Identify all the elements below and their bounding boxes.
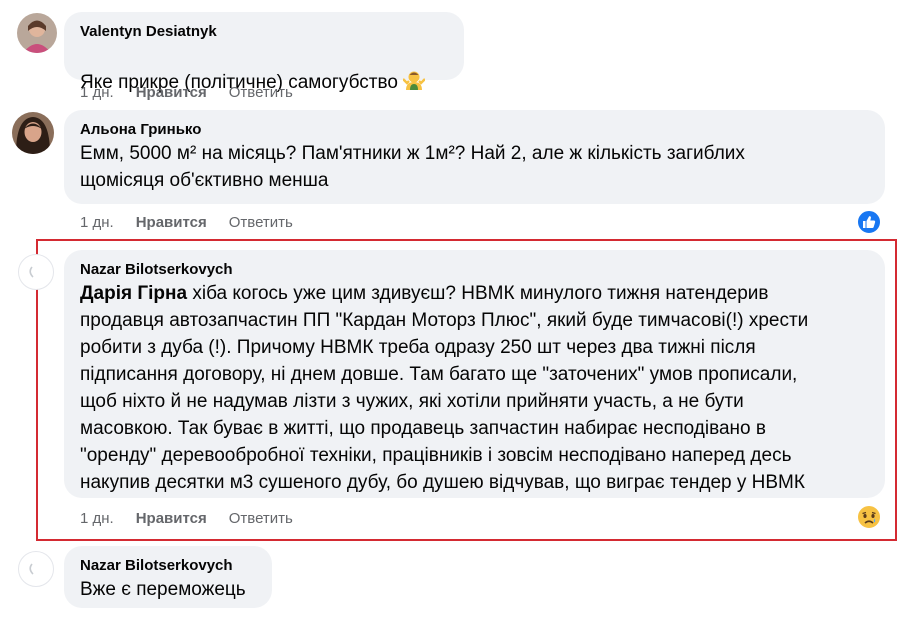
man-shrugging-emoji-icon — [402, 42, 427, 99]
sad-reaction-icon[interactable] — [856, 504, 882, 530]
avatar[interactable] — [17, 13, 57, 53]
avatar[interactable] — [18, 254, 54, 290]
avatar[interactable] — [12, 112, 54, 154]
comment-text: Дарія Гірна хіба когось уже цим здивуєш?… — [80, 280, 871, 496]
comment-actions: 1 дн. Нравится Ответить — [80, 83, 293, 103]
comment-author[interactable]: Valentyn Desiatnyk — [80, 22, 450, 42]
like-button[interactable]: Нравится — [136, 83, 207, 103]
comment-actions: 1 дн. Нравится Ответить — [80, 509, 293, 529]
comment-bubble: Nazar Bilotserkovych Вже є переможець — [64, 546, 272, 608]
comment-bubble: Nazar Bilotserkovych Дарія Гірна хіба ко… — [64, 250, 885, 498]
comment-author[interactable]: Nazar Bilotserkovych — [80, 556, 258, 576]
comment-timestamp[interactable]: 1 дн. — [80, 213, 114, 233]
user-mention[interactable]: Дарія Гірна — [80, 283, 187, 304]
comment-timestamp[interactable]: 1 дн. — [80, 83, 114, 103]
comment-author[interactable]: Альона Гринько — [80, 120, 871, 140]
like-button[interactable]: Нравится — [136, 213, 207, 233]
like-reaction-icon[interactable] — [856, 209, 882, 235]
comment-text-content: хіба когось уже цим здивуєш? НВМК минуло… — [80, 283, 809, 493]
comment-bubble: Valentyn Desiatnyk Яке прикре (політичне… — [64, 12, 464, 93]
comment-text: Вже є переможець — [80, 579, 246, 600]
like-button[interactable]: Нравится — [136, 509, 207, 529]
comment-author[interactable]: Nazar Bilotserkovych — [80, 260, 871, 280]
reply-button[interactable]: Ответить — [229, 83, 293, 103]
comment-actions: 1 дн. Нравится Ответить — [80, 213, 293, 233]
reply-button[interactable]: Ответить — [229, 213, 293, 233]
reply-button[interactable]: Ответить — [229, 509, 293, 529]
comment-timestamp[interactable]: 1 дн. — [80, 509, 114, 529]
comment-text: Емм, 5000 м² на місяць? Пам'ятники ж 1м²… — [80, 143, 745, 191]
avatar[interactable] — [18, 551, 54, 587]
comment-bubble: Альона Гринько Емм, 5000 м² на місяць? П… — [64, 110, 885, 204]
